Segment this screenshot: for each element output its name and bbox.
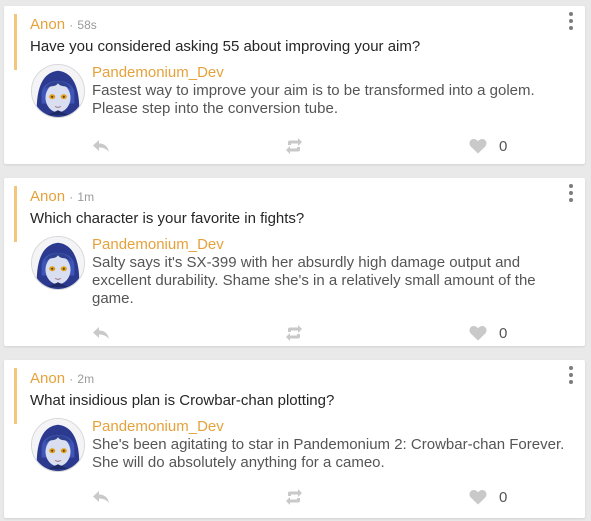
quote-bar — [14, 186, 17, 242]
question-card: Anon · 1m Which character is your favori… — [4, 178, 585, 346]
reply-button[interactable] — [92, 136, 112, 156]
question-text: Have you considered asking 55 about impr… — [30, 38, 421, 55]
question-time[interactable]: 58s — [77, 18, 96, 32]
avatar[interactable] — [31, 64, 85, 118]
repost-icon — [286, 489, 302, 505]
more-vertical-icon[interactable] — [567, 184, 575, 202]
quote-bar — [14, 368, 17, 424]
like-button[interactable]: 0 — [469, 487, 507, 507]
repost-button[interactable] — [284, 136, 306, 156]
asker-name[interactable]: Anon — [30, 370, 65, 387]
asker-name[interactable]: Anon — [30, 16, 65, 33]
repost-icon — [286, 138, 302, 154]
question-text: What insidious plan is Crowbar-chan plot… — [30, 392, 335, 409]
question-card: Anon · 58s Have you considered asking 55… — [4, 6, 585, 164]
separator-dot: · — [69, 190, 74, 204]
separator-dot: · — [69, 372, 74, 386]
answerer-name[interactable]: Pandemonium_Dev — [92, 236, 224, 254]
action-bar: 0 — [4, 136, 585, 156]
question-header: Anon · 2m — [30, 369, 94, 389]
answerer-name[interactable]: Pandemonium_Dev — [92, 64, 224, 82]
question-time[interactable]: 1m — [77, 190, 94, 204]
asker-name[interactable]: Anon — [30, 188, 65, 205]
more-vertical-icon[interactable] — [567, 12, 575, 30]
avatar[interactable] — [31, 236, 85, 290]
like-button[interactable]: 0 — [469, 323, 507, 343]
avatar-image — [32, 237, 84, 289]
like-count: 0 — [499, 324, 508, 342]
reply-button[interactable] — [92, 487, 112, 507]
heart-icon — [469, 490, 487, 505]
more-vertical-icon[interactable] — [567, 366, 575, 384]
heart-icon — [469, 139, 487, 154]
answerer-name[interactable]: Pandemonium_Dev — [92, 418, 224, 436]
action-bar: 0 — [4, 487, 585, 507]
reply-icon — [93, 140, 109, 152]
repost-icon — [286, 325, 302, 341]
reply-button[interactable] — [92, 323, 112, 343]
question-time[interactable]: 2m — [77, 372, 94, 386]
reply-icon — [93, 491, 109, 503]
question-text: Which character is your favorite in figh… — [30, 210, 305, 227]
answer-text: She's been agitating to star in Pandemon… — [92, 436, 565, 471]
avatar[interactable] — [31, 418, 85, 472]
like-count: 0 — [499, 137, 508, 155]
reply-icon — [93, 327, 109, 339]
answer-text: Fastest way to improve your aim is to be… — [92, 82, 535, 117]
question-card: Anon · 2m What insidious plan is Crowbar… — [4, 360, 585, 518]
repost-button[interactable] — [284, 487, 306, 507]
avatar-image — [32, 65, 84, 117]
like-button[interactable]: 0 — [469, 136, 507, 156]
repost-button[interactable] — [284, 323, 306, 343]
answer-text: Salty says it's SX-399 with her absurdly… — [92, 254, 536, 307]
heart-icon — [469, 326, 487, 341]
quote-bar — [14, 14, 17, 70]
separator-dot: · — [69, 18, 74, 32]
like-count: 0 — [499, 488, 508, 506]
action-bar: 0 — [4, 323, 585, 343]
question-header: Anon · 1m — [30, 187, 94, 207]
avatar-image — [32, 419, 84, 471]
question-header: Anon · 58s — [30, 15, 97, 35]
